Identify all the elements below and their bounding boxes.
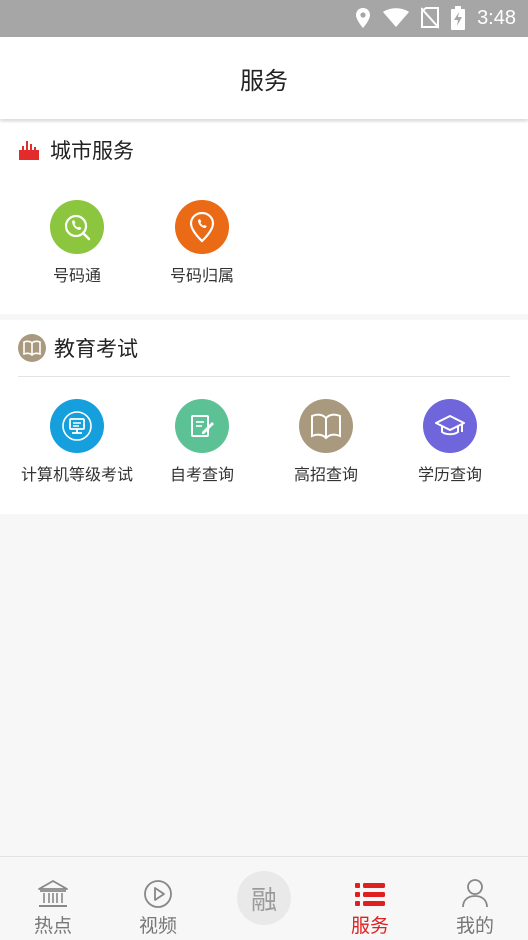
graduation-cap-icon bbox=[423, 399, 477, 453]
tab-hotspot[interactable]: 热点 bbox=[0, 857, 106, 940]
service-education-query[interactable]: 学历查询 bbox=[388, 399, 512, 485]
app-header: 服务 bbox=[0, 37, 528, 119]
service-label: 高招查询 bbox=[293, 465, 358, 484]
no-sim-icon bbox=[421, 7, 440, 29]
city-skyline-icon bbox=[19, 141, 39, 160]
service-label: 号码通 bbox=[52, 266, 101, 285]
service-gaokao-query[interactable]: 高招查询 bbox=[264, 399, 388, 485]
service-label: 号码归属 bbox=[169, 266, 234, 285]
bottom-tab-bar: 热点 视频 融 服务 我的 bbox=[0, 856, 528, 940]
service-label: 计算机等级考试 bbox=[20, 465, 133, 484]
section-divider bbox=[18, 376, 510, 377]
service-computer-exam[interactable]: 计算机等级考试 bbox=[15, 399, 139, 485]
page-title: 服务 bbox=[240, 66, 288, 95]
rong-center-button: 融 bbox=[237, 871, 291, 925]
battery-charging-icon bbox=[451, 6, 466, 30]
section-header: 教育考试 bbox=[18, 332, 138, 364]
user-icon bbox=[462, 879, 488, 908]
tab-mine[interactable]: 我的 bbox=[422, 857, 528, 940]
wifi-icon bbox=[383, 8, 410, 27]
tab-label: 我的 bbox=[455, 915, 494, 937]
status-time: 3:48 bbox=[477, 6, 516, 29]
list-icon bbox=[355, 883, 385, 906]
status-icons: 3:48 bbox=[355, 6, 516, 30]
computer-icon bbox=[50, 399, 104, 453]
tab-services[interactable]: 服务 bbox=[317, 857, 423, 940]
phone-search-icon bbox=[50, 200, 104, 254]
location-icon bbox=[356, 8, 371, 28]
service-label: 自考查询 bbox=[169, 465, 234, 484]
service-self-exam[interactable]: 自考查询 bbox=[140, 399, 264, 485]
tab-label: 热点 bbox=[33, 915, 72, 937]
hotspot-building-icon bbox=[38, 880, 68, 907]
education-section: 教育考试 计算机等级考试 自考查询 高招查询 学历查询 bbox=[0, 320, 528, 514]
city-services-section: 城市服务 号码通 号码归属 bbox=[0, 122, 528, 314]
edit-note-icon bbox=[175, 399, 229, 453]
play-circle-icon bbox=[144, 880, 172, 908]
service-label: 学历查询 bbox=[417, 465, 482, 484]
section-title: 教育考试 bbox=[54, 337, 138, 361]
book-icon bbox=[18, 334, 46, 362]
status-bar: 3:48 bbox=[0, 0, 528, 37]
section-header: 城市服务 bbox=[18, 134, 134, 166]
section-title: 城市服务 bbox=[50, 139, 134, 163]
tab-label: 服务 bbox=[350, 915, 389, 937]
tab-label: 视频 bbox=[138, 915, 177, 937]
tab-rong-center[interactable]: 融 bbox=[211, 857, 317, 940]
service-haoma-guishu[interactable]: 号码归属 bbox=[140, 200, 264, 286]
tab-video[interactable]: 视频 bbox=[105, 857, 211, 940]
open-book-icon bbox=[299, 399, 353, 453]
service-haomatong[interactable]: 号码通 bbox=[15, 200, 139, 286]
phone-location-icon bbox=[175, 200, 229, 254]
